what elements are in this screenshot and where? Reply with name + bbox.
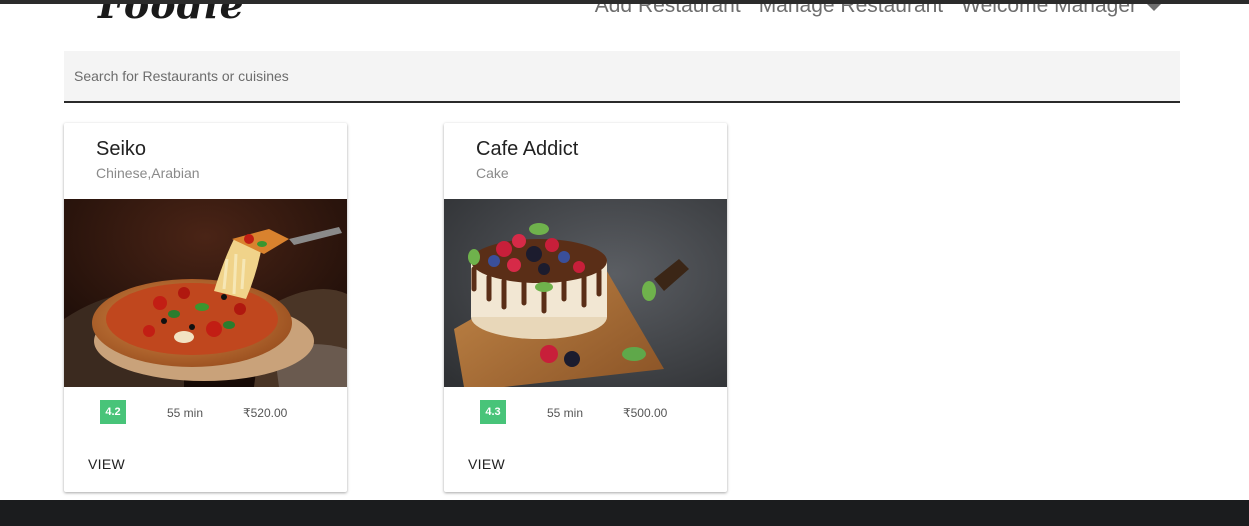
restaurant-card-seiko: Seiko Chinese,Arabian 4.2 55 min ₹520.00… bbox=[64, 123, 347, 492]
rating-badge: 4.3 bbox=[480, 400, 506, 424]
restaurant-name: Cafe Addict bbox=[476, 138, 579, 160]
nav-manage-restaurant[interactable]: Manage Restaurant bbox=[759, 4, 943, 18]
view-button[interactable]: VIEW bbox=[468, 456, 505, 472]
restaurant-stats: 4.3 55 min ₹500.00 bbox=[444, 400, 727, 426]
footer bbox=[0, 500, 1249, 526]
brand-logo[interactable]: Foodie bbox=[98, 4, 245, 27]
search-input[interactable] bbox=[64, 51, 1180, 101]
price: ₹500.00 bbox=[623, 406, 668, 420]
restaurant-name: Seiko bbox=[96, 138, 147, 160]
restaurant-cuisines: Cake bbox=[476, 165, 509, 181]
search-bar bbox=[64, 51, 1180, 103]
price: ₹520.00 bbox=[243, 406, 288, 420]
pizza-image bbox=[64, 199, 347, 387]
cake-image bbox=[444, 199, 727, 387]
restaurant-stats: 4.2 55 min ₹520.00 bbox=[64, 400, 347, 426]
chevron-down-icon[interactable] bbox=[1147, 4, 1161, 11]
nav-welcome-manager[interactable]: Welcome Manager bbox=[961, 4, 1137, 18]
nav-add-restaurant[interactable]: Add Restaurant bbox=[595, 4, 741, 18]
rating-badge: 4.2 bbox=[100, 400, 126, 424]
navbar: Foodie Add Restaurant Manage Restaurant … bbox=[0, 4, 1249, 44]
view-button[interactable]: VIEW bbox=[88, 456, 125, 472]
nav-links: Add Restaurant Manage Restaurant Welcome… bbox=[577, 4, 1161, 18]
delivery-time: 55 min bbox=[547, 406, 584, 420]
restaurant-cuisines: Chinese,Arabian bbox=[96, 165, 200, 181]
delivery-time: 55 min bbox=[167, 406, 204, 420]
restaurant-card-cafe-addict: Cafe Addict Cake 4.3 55 min ₹500.00 VIEW bbox=[444, 123, 727, 492]
